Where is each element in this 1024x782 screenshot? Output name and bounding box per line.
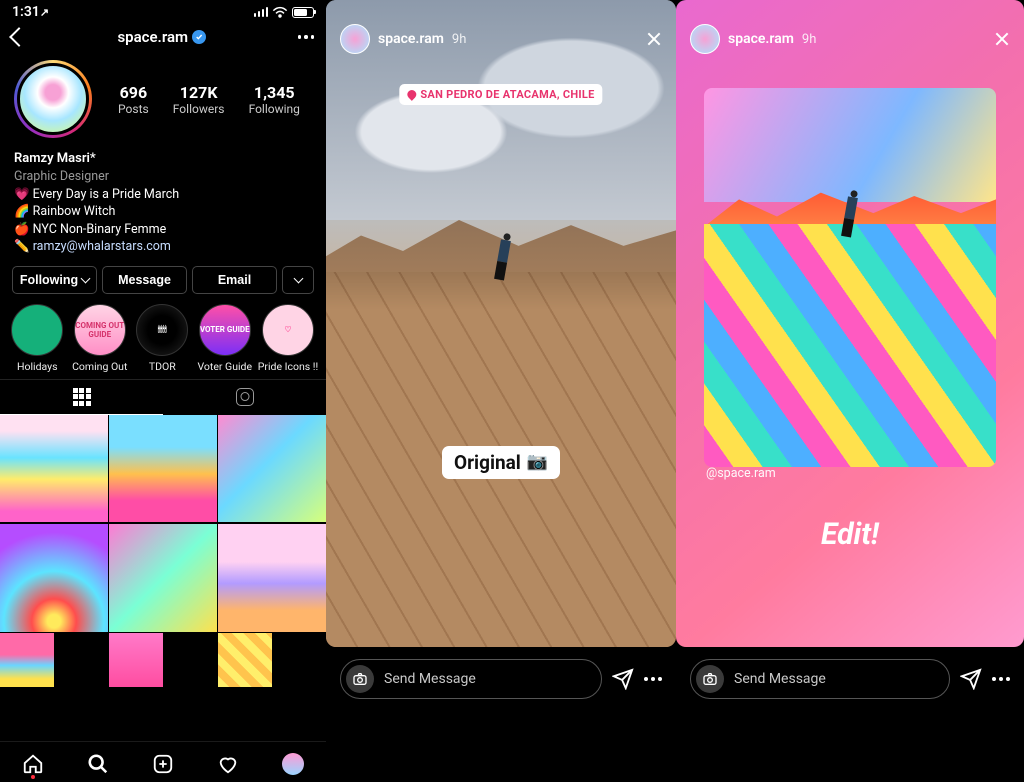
verified-icon: [192, 30, 206, 44]
story-header: space.ram 9h: [676, 0, 1024, 54]
nav-home[interactable]: [21, 752, 45, 776]
close-button[interactable]: [994, 31, 1010, 47]
highlight-tdor[interactable]: 🕯🕯🕯🕯TDOR: [133, 304, 192, 373]
tagged-icon: [236, 388, 254, 406]
nav-activity[interactable]: [216, 752, 240, 776]
story-original: space.ram 9h SAN PEDRO DE ATACAMA, CHILE…: [326, 0, 676, 711]
edited-photo[interactable]: [704, 88, 996, 467]
story-time: 9h: [452, 32, 466, 47]
email-button[interactable]: Email: [192, 266, 277, 294]
highlights-row: Holidays COMING OUT GUIDEComing Out 🕯🕯🕯🕯…: [0, 304, 326, 379]
notification-dot: [31, 775, 35, 779]
status-bar: 1:31↗: [0, 0, 326, 22]
heart-icon: [217, 753, 239, 775]
wifi-icon: [272, 6, 288, 18]
post-thumbnail[interactable]: [218, 524, 326, 632]
status-time: 1:31↗: [12, 4, 49, 20]
highlight-holidays[interactable]: Holidays: [8, 304, 67, 373]
more-button[interactable]: [992, 677, 1010, 681]
tab-tagged[interactable]: [163, 380, 326, 415]
camera-emoji: 📷: [527, 452, 548, 472]
post-thumbnail[interactable]: [109, 415, 217, 523]
display-name: Ramzy Masri*: [14, 150, 312, 168]
highlight-coming-out[interactable]: COMING OUT GUIDEComing Out: [71, 304, 130, 373]
stats-row: 696Posts 127KFollowers 1,345Following: [106, 83, 312, 116]
story-image[interactable]: space.ram 9h SAN PEDRO DE ATACAMA, CHILE…: [326, 0, 676, 647]
avatar-icon: [282, 753, 304, 775]
stat-following[interactable]: 1,345Following: [249, 83, 300, 116]
bio-line: 🌈 Rainbow Witch: [14, 203, 312, 221]
following-button[interactable]: Following: [12, 266, 97, 294]
share-button[interactable]: [960, 668, 982, 690]
tab-bar: [0, 741, 326, 782]
grid-icon: [73, 388, 91, 406]
signal-icon: [254, 7, 269, 17]
story-image[interactable]: space.ram 9h @space.ram Edit!: [676, 0, 1024, 647]
chevron-down-icon: [293, 273, 303, 283]
story-edited: space.ram 9h @space.ram Edit! Send Messa…: [676, 0, 1024, 711]
battery-icon: [292, 7, 314, 18]
home-icon: [22, 753, 44, 775]
highlight-pride-icons[interactable]: ♡Pride Icons !!: [258, 304, 318, 373]
story-username[interactable]: space.ram: [378, 31, 444, 47]
bio-link[interactable]: ramzy@whalarstars.com: [33, 239, 171, 254]
post-thumbnail[interactable]: [109, 524, 217, 632]
category: Graphic Designer: [14, 168, 312, 186]
more-button[interactable]: [644, 677, 662, 681]
mention[interactable]: @space.ram: [706, 466, 776, 481]
avatar[interactable]: [14, 60, 92, 138]
story-username[interactable]: space.ram: [728, 31, 794, 47]
header-username: space.ram: [117, 28, 188, 46]
highlight-voter-guide[interactable]: VOTER GUIDEVoter Guide: [196, 304, 255, 373]
post-thumbnail[interactable]: [0, 633, 54, 687]
add-icon: [152, 753, 174, 775]
send-message-input[interactable]: Send Message: [340, 659, 602, 699]
stat-posts[interactable]: 696Posts: [118, 83, 149, 116]
post-thumbnail[interactable]: [0, 415, 108, 523]
close-button[interactable]: [646, 31, 662, 47]
profile-screen: 1:31↗ space.ram 696Posts 127KFollowers 1…: [0, 0, 326, 711]
bio: Ramzy Masri* Graphic Designer 💗 Every Da…: [0, 146, 326, 266]
original-label: Original📷: [442, 446, 560, 479]
stat-followers[interactable]: 127KFollowers: [173, 83, 225, 116]
nav-add[interactable]: [151, 752, 175, 776]
tab-grid[interactable]: [0, 380, 163, 415]
bio-line: 🍎 NYC Non-Binary Femme: [14, 221, 312, 239]
send-message-input[interactable]: Send Message: [690, 659, 950, 699]
post-grid: [0, 415, 326, 741]
story-footer: Send Message: [676, 647, 1024, 711]
story-avatar[interactable]: [690, 24, 720, 54]
camera-button[interactable]: [346, 665, 374, 693]
profile-header: space.ram: [0, 22, 326, 52]
bio-line: 💗 Every Day is a Pride March: [14, 186, 312, 204]
camera-button[interactable]: [696, 665, 724, 693]
post-thumbnail[interactable]: [109, 633, 163, 687]
post-thumbnail[interactable]: [218, 633, 272, 687]
share-button[interactable]: [612, 668, 634, 690]
chevron-down-icon: [81, 273, 91, 283]
story-footer: Send Message: [326, 647, 676, 711]
suggestions-button[interactable]: [282, 266, 314, 294]
edit-label: Edit!: [676, 517, 1024, 552]
location-sticker[interactable]: SAN PEDRO DE ATACAMA, CHILE: [399, 84, 602, 105]
post-thumbnail[interactable]: [218, 415, 326, 523]
nav-search[interactable]: [86, 752, 110, 776]
post-thumbnail[interactable]: [0, 524, 108, 632]
story-avatar[interactable]: [340, 24, 370, 54]
story-header: space.ram 9h: [326, 0, 676, 54]
nav-profile[interactable]: [281, 752, 305, 776]
pin-icon: [405, 88, 418, 101]
more-button[interactable]: [298, 35, 315, 39]
story-time: 9h: [802, 32, 816, 47]
message-button[interactable]: Message: [102, 266, 187, 294]
search-icon: [87, 753, 109, 775]
back-button[interactable]: [9, 27, 29, 47]
